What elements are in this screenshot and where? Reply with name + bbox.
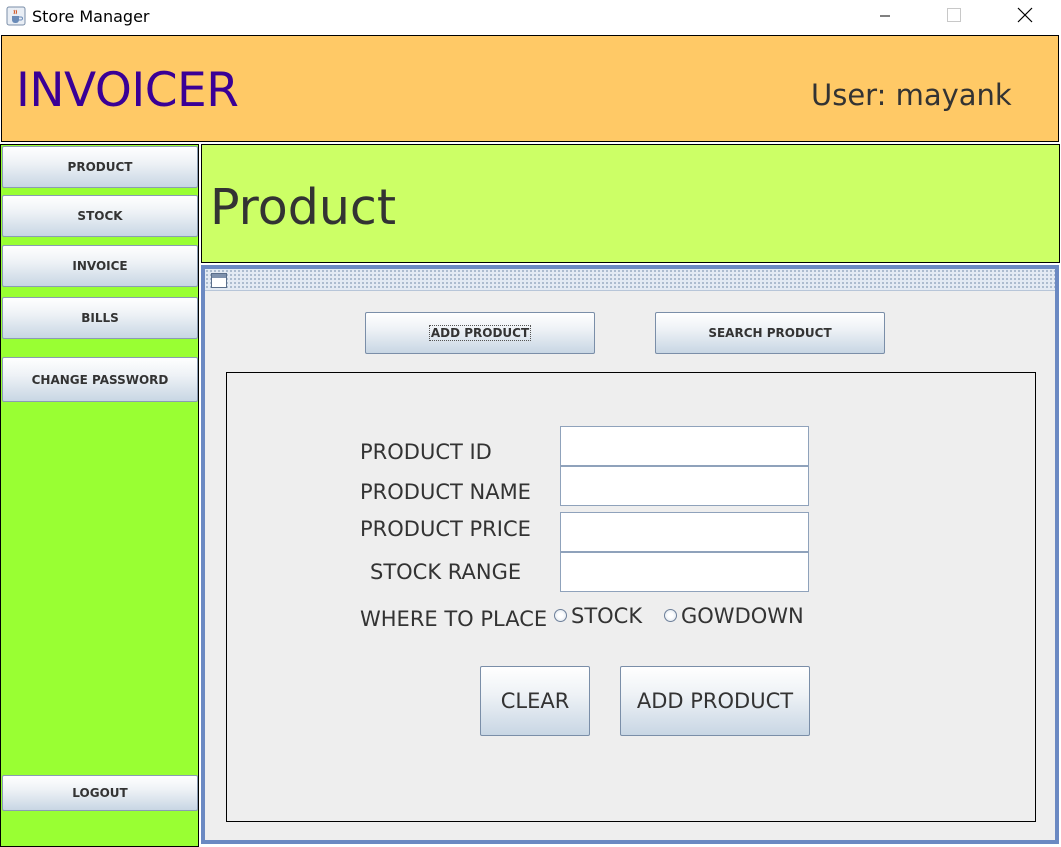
window-titlebar: Store Manager [0,0,1061,33]
user-label: User: mayank [811,78,1012,112]
where-to-place-label: WHERE TO PLACE [360,607,548,631]
window-title: Store Manager [32,7,150,26]
product-id-field[interactable] [560,426,809,466]
add-product-submit-button[interactable]: ADD PRODUCT [620,666,810,736]
add-product-tab-button[interactable]: ADD PRODUCT [365,312,595,354]
place-gowdown-label[interactable]: GOWDOWN [681,604,804,628]
brand-title: INVOICER [16,63,239,118]
java-cup-icon [6,6,26,26]
place-stock-label[interactable]: STOCK [571,604,642,628]
sidebar: PRODUCT STOCK INVOICE BILLS CHANGE PASSW… [0,144,199,847]
stock-range-field[interactable] [560,552,809,592]
place-gowdown-radio[interactable] [664,609,677,622]
product-id-label: PRODUCT ID [360,440,492,464]
app-header: INVOICER User: mayank [1,35,1059,142]
sidebar-item-stock[interactable]: STOCK [2,195,198,237]
product-price-label: PRODUCT PRICE [360,517,531,541]
sidebar-item-invoice[interactable]: INVOICE [2,245,198,287]
add-product-form: PRODUCT ID PRODUCT NAME PRODUCT PRICE ST… [226,372,1036,822]
close-button[interactable] [1002,0,1048,33]
sidebar-item-product[interactable]: PRODUCT [2,146,198,188]
product-internal-frame: ADD PRODUCT SEARCH PRODUCT PRODUCT ID PR… [201,265,1059,844]
page-header: Product [201,144,1060,263]
add-product-tab-label: ADD PRODUCT [428,325,532,341]
search-product-tab-button[interactable]: SEARCH PRODUCT [655,312,885,354]
sidebar-item-change-password[interactable]: CHANGE PASSWORD [2,357,198,402]
maximize-button[interactable] [931,0,977,33]
minimize-icon [879,7,891,26]
clear-button[interactable]: CLEAR [480,666,590,736]
product-name-field[interactable] [560,466,809,506]
internal-frame-icon[interactable] [211,273,227,288]
sidebar-item-bills[interactable]: BILLS [2,297,198,339]
product-price-field[interactable] [560,512,809,552]
internal-frame-titlebar[interactable] [205,269,1055,291]
page-title: Product [210,179,397,236]
close-icon [1017,7,1033,27]
stock-range-label: STOCK RANGE [370,560,522,584]
place-stock-radio[interactable] [554,609,567,622]
logout-button[interactable]: LOGOUT [2,775,198,811]
product-name-label: PRODUCT NAME [360,480,531,504]
minimize-button[interactable] [862,0,908,33]
maximize-icon [947,7,961,26]
